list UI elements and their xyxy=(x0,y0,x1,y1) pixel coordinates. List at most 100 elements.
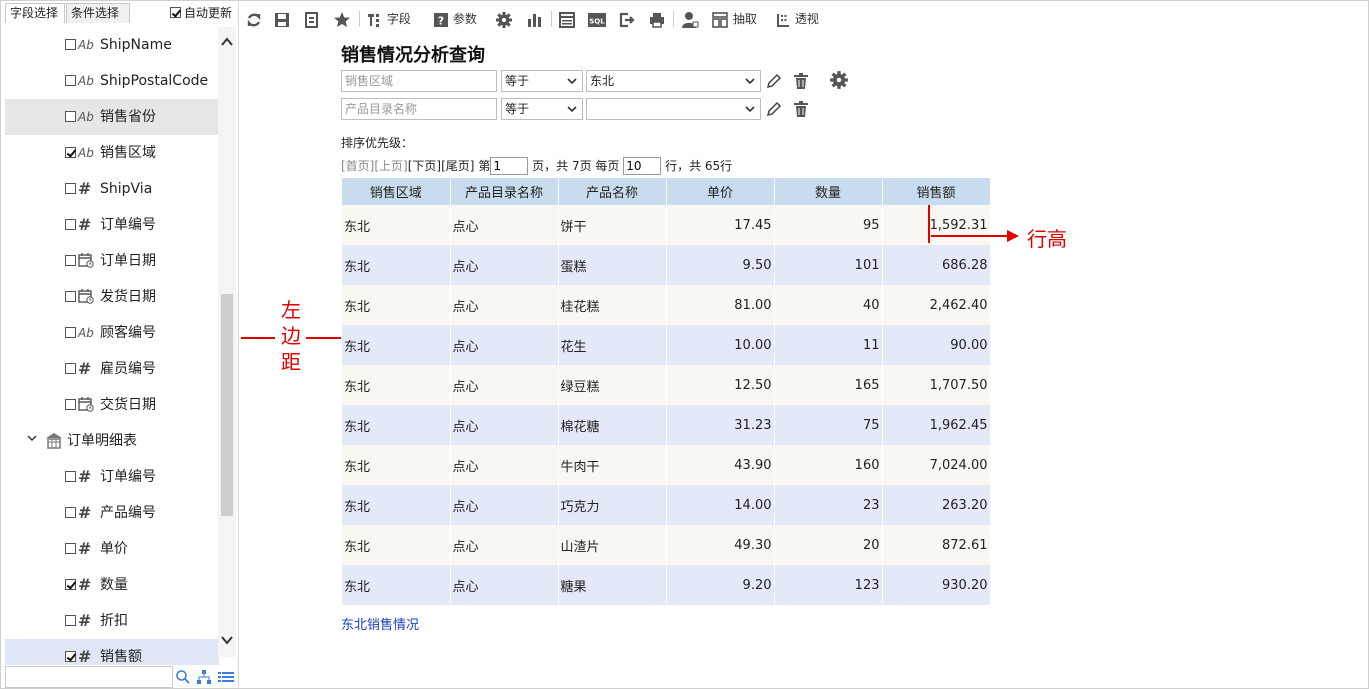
field-item[interactable]: # 订单编号 xyxy=(5,459,219,495)
field-checkbox[interactable] xyxy=(65,363,76,374)
table-cell: 101 xyxy=(774,245,883,285)
column-header[interactable]: 数量 xyxy=(774,178,883,205)
field-group[interactable]: 订单明细表 xyxy=(5,423,219,459)
field-checkbox[interactable] xyxy=(65,651,76,662)
layout-icon[interactable] xyxy=(558,7,576,31)
field-item[interactable]: Ab 销售省份 xyxy=(5,99,219,135)
tab-condition-select[interactable]: 条件选择 xyxy=(66,3,130,23)
condition-operator-select[interactable]: 等于 xyxy=(501,98,583,120)
field-list-scrollbar[interactable] xyxy=(218,27,236,657)
pager-last-link[interactable]: [尾页] xyxy=(441,159,474,173)
field-item[interactable]: 订单日期 xyxy=(5,243,219,279)
table-cell: 点心 xyxy=(450,365,559,405)
field-item[interactable]: 发货日期 xyxy=(5,279,219,315)
field-list: Ab ShipName Ab ShipPostalCode Ab 销售省份 Ab 销售区域 # S… xyxy=(5,27,219,665)
field-item[interactable]: Ab ShipName xyxy=(5,27,219,63)
field-checkbox[interactable] xyxy=(65,255,76,266)
table-cell: 14.00 xyxy=(666,485,775,525)
search-icon[interactable] xyxy=(175,669,191,688)
column-header[interactable]: 单价 xyxy=(666,178,775,205)
field-button[interactable]: 字段 xyxy=(367,7,411,31)
param-button[interactable]: ? 参数 xyxy=(433,7,477,31)
pager-prev-link[interactable]: [上页] xyxy=(374,159,407,173)
field-checkbox[interactable] xyxy=(65,219,76,230)
field-item[interactable]: # 销售额 xyxy=(5,639,219,665)
condition-field-input[interactable]: 产品目录名称 xyxy=(341,98,497,120)
auto-update-toggle[interactable]: 自动更新 xyxy=(170,5,232,21)
user-icon[interactable] xyxy=(681,7,699,31)
list-view-icon[interactable] xyxy=(217,669,235,688)
footer-link[interactable]: 东北销售情况 xyxy=(341,614,419,633)
sql-icon[interactable]: SQL xyxy=(587,7,607,31)
field-item[interactable]: 交货日期 xyxy=(5,387,219,423)
pager-next-link[interactable]: [下页] xyxy=(408,159,441,173)
scroll-up-icon[interactable] xyxy=(218,35,236,51)
field-checkbox[interactable] xyxy=(65,75,76,86)
field-item[interactable]: # 产品编号 xyxy=(5,495,219,531)
tab-field-select[interactable]: 字段选择 xyxy=(5,3,65,23)
field-item[interactable]: Ab 顾客编号 xyxy=(5,315,219,351)
field-label: 顾客编号 xyxy=(100,325,156,341)
toolbar-separator xyxy=(359,11,360,27)
chart-icon[interactable] xyxy=(526,7,544,31)
delete-trash-icon[interactable] xyxy=(793,100,809,118)
column-header[interactable]: 销售区域 xyxy=(342,178,451,205)
table-row: 东北 点心 绿豆糕 12.50 165 1,707.50 xyxy=(342,365,991,405)
pivot-button[interactable]: 透视 xyxy=(775,7,819,31)
field-checkbox[interactable] xyxy=(65,147,76,158)
condition-value-select[interactable]: 东北 xyxy=(586,70,761,92)
field-item[interactable]: # 订单编号 xyxy=(5,207,219,243)
field-item[interactable]: # ShipVia xyxy=(5,171,219,207)
field-item[interactable]: # 数量 xyxy=(5,567,219,603)
condition-field-input[interactable]: 销售区域 xyxy=(341,70,497,92)
tree-view-icon[interactable] xyxy=(196,669,212,688)
column-header[interactable]: 产品名称 xyxy=(558,178,667,205)
table-cell: 49.30 xyxy=(666,525,775,565)
scroll-thumb[interactable] xyxy=(221,294,233,516)
left-margin-annotation: 左 边 距 xyxy=(280,297,302,375)
field-item[interactable]: # 雇员编号 xyxy=(5,351,219,387)
field-checkbox[interactable] xyxy=(65,327,76,338)
condition-settings-gear-icon[interactable] xyxy=(829,70,849,90)
delete-trash-icon[interactable] xyxy=(793,72,809,90)
auto-update-checkbox[interactable] xyxy=(170,7,181,18)
extract-button[interactable]: 抽取 xyxy=(711,7,757,31)
column-header[interactable]: 产品目录名称 xyxy=(450,178,559,205)
condition-value-select[interactable] xyxy=(586,98,761,120)
edit-pencil-icon[interactable] xyxy=(765,72,783,90)
edit-pencil-icon[interactable] xyxy=(765,100,783,118)
chevron-down-icon[interactable] xyxy=(27,433,37,446)
field-checkbox[interactable] xyxy=(65,507,76,518)
field-item[interactable]: Ab 销售区域 xyxy=(5,135,219,171)
page-size-input[interactable] xyxy=(623,157,662,175)
print-icon[interactable] xyxy=(648,7,666,31)
favorite-star-icon[interactable] xyxy=(333,7,351,31)
save-as-icon[interactable] xyxy=(303,7,321,31)
field-item[interactable]: # 单价 xyxy=(5,531,219,567)
field-checkbox[interactable] xyxy=(65,183,76,194)
export-icon[interactable] xyxy=(618,7,636,31)
field-checkbox[interactable] xyxy=(65,291,76,302)
field-checkbox[interactable] xyxy=(65,399,76,410)
field-checkbox[interactable] xyxy=(65,471,76,482)
settings-gear-icon[interactable] xyxy=(495,7,513,31)
scroll-down-icon[interactable] xyxy=(218,633,236,649)
field-item[interactable]: # 折扣 xyxy=(5,603,219,639)
field-checkbox[interactable] xyxy=(65,579,76,590)
pager-first-link[interactable]: [首页] xyxy=(341,159,374,173)
condition-operator-select[interactable]: 等于 xyxy=(501,70,583,92)
field-checkbox[interactable] xyxy=(65,111,76,122)
table-row: 东北 点心 牛肉干 43.90 160 7,024.00 xyxy=(342,445,991,485)
field-checkbox[interactable] xyxy=(65,615,76,626)
save-icon[interactable] xyxy=(273,7,291,31)
field-item[interactable]: Ab ShipPostalCode xyxy=(5,63,219,99)
field-search-input[interactable] xyxy=(5,666,173,688)
field-checkbox[interactable] xyxy=(65,543,76,554)
left-margin-marker-line xyxy=(241,337,275,339)
table-row: 东北 点心 花生 10.00 11 90.00 xyxy=(342,325,991,365)
refresh-icon[interactable] xyxy=(245,7,263,31)
column-header[interactable]: 销售额 xyxy=(882,178,991,205)
page-number-input[interactable] xyxy=(490,157,529,175)
text-type-icon: Ab xyxy=(78,74,94,88)
field-checkbox[interactable] xyxy=(65,39,76,50)
